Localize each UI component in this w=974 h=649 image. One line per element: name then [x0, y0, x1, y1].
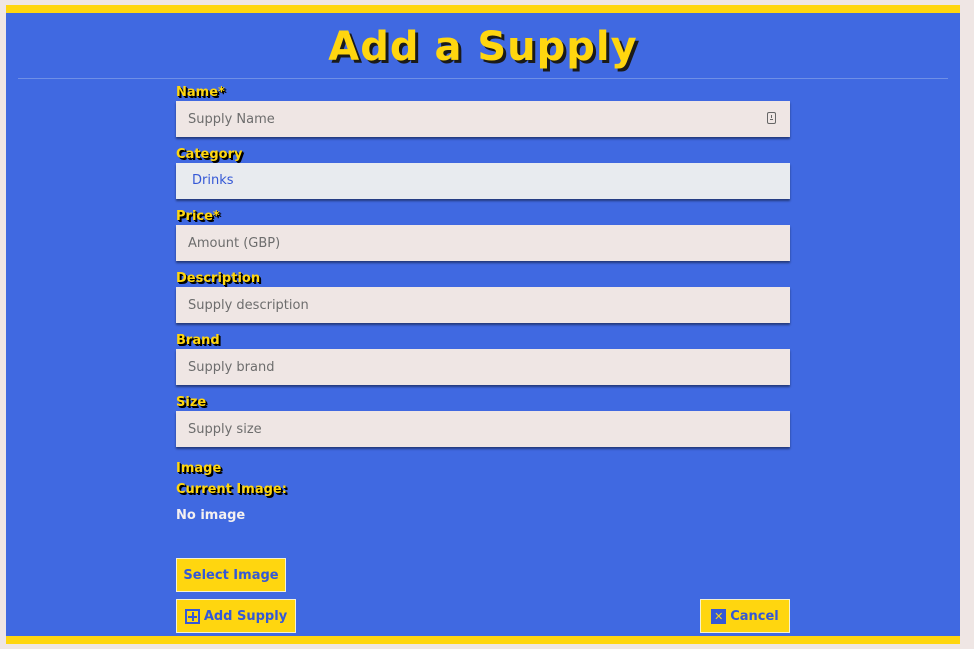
image-label: Image: [176, 461, 222, 476]
price-group: Price*: [176, 209, 790, 261]
header-divider: [18, 78, 948, 79]
supply-form: Name* Category Drinks Price* Description…: [176, 85, 790, 633]
add-supply-label: Add Supply: [203, 608, 288, 624]
name-label: Name*: [176, 85, 225, 100]
description-group: Description: [176, 271, 790, 323]
page-title: Add a Supply: [328, 24, 638, 70]
form-panel: Add a Supply Name* Category Drinks Price…: [6, 5, 960, 644]
bottom-border: [6, 636, 960, 644]
add-supply-button[interactable]: Add Supply: [176, 599, 296, 633]
plus-square-icon: [184, 608, 200, 624]
cancel-label: Cancel: [730, 608, 779, 624]
name-input[interactable]: [176, 101, 790, 137]
image-group: Image Current Image: No image: [176, 461, 790, 524]
brand-input[interactable]: [176, 349, 790, 385]
brand-label: Brand: [176, 333, 220, 348]
category-group: Category Drinks: [176, 147, 790, 199]
price-label: Price*: [176, 209, 220, 224]
close-icon: ✕: [711, 608, 727, 624]
price-input[interactable]: [176, 225, 790, 261]
description-input[interactable]: [176, 287, 790, 323]
size-label: Size: [176, 395, 207, 410]
brand-group: Brand: [176, 333, 790, 385]
current-image-label: Current Image:: [176, 482, 287, 497]
category-select[interactable]: Drinks: [176, 163, 790, 199]
name-group: Name*: [176, 85, 790, 137]
category-label: Category: [176, 147, 243, 162]
current-image-value: No image: [176, 508, 246, 523]
autofill-icon[interactable]: [767, 112, 776, 124]
size-input[interactable]: [176, 411, 790, 447]
cancel-button[interactable]: ✕ Cancel: [700, 599, 790, 633]
select-image-button[interactable]: Select Image: [176, 558, 286, 592]
size-group: Size: [176, 395, 790, 447]
description-label: Description: [176, 271, 261, 286]
top-border: [6, 5, 960, 13]
